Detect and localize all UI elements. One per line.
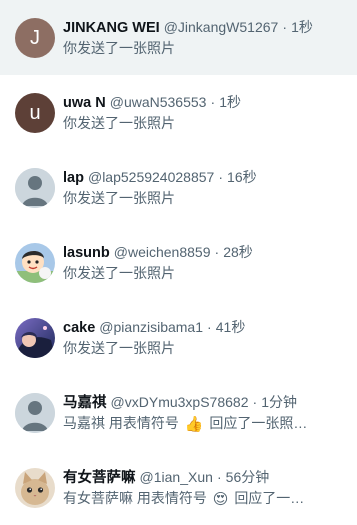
user-name: 马嘉祺 [63, 395, 107, 411]
timestamp: 1秒 [219, 94, 241, 110]
conversation-header: uwa N @uwaN536553 · 1秒 [63, 93, 347, 112]
timestamp: 16秒 [227, 169, 257, 185]
conversation-item[interactable]: lasunb @weichen8859 · 28秒 你发送了一张照片 [0, 225, 357, 300]
conversation-item[interactable]: J JINKANG WEI @JinkangW51267 · 1秒 你发送了一张… [0, 0, 357, 75]
conversation-item[interactable]: 有女菩萨嘛 @1ian_Xun · 56分钟 有女菩萨嘛 用表情符号 😍 回应了… [0, 450, 357, 525]
thumbs-up-icon: 👍 [184, 416, 204, 433]
separator: · [207, 319, 212, 335]
user-name: 有女菩萨嘛 [63, 470, 136, 486]
user-handle: @vxDYmu3xpS78682 [110, 394, 249, 410]
message-preview: 马嘉祺 用表情符号 👍 回应了一张照… [63, 413, 347, 435]
user-handle: @pianzisibama1 [99, 319, 204, 335]
avatar[interactable]: J [15, 18, 55, 58]
conversation-meta: cake @pianzisibama1 · 41秒 你发送了一张照片 [63, 318, 357, 358]
avatar-letter: J [30, 26, 40, 49]
user-handle: @uwaN536553 [109, 94, 207, 110]
default-avatar-icon[interactable] [15, 393, 55, 433]
user-handle: @weichen8859 [113, 244, 211, 260]
separator: · [218, 169, 224, 185]
message-preview: 你发送了一张照片 [63, 265, 175, 281]
conversation-item[interactable]: lap @lap525924028857 · 16秒 你发送了一张照片 [0, 150, 357, 225]
user-name: lap [63, 170, 84, 186]
avatar-letter: u [29, 101, 41, 124]
timestamp: 41秒 [215, 319, 246, 335]
user-handle: @lap525924028857 [87, 169, 215, 185]
conversation-item[interactable]: 马嘉祺 @vxDYmu3xpS78682 · 1分钟 马嘉祺 用表情符号 👍 回… [0, 375, 357, 450]
conversation-meta: 有女菩萨嘛 @1ian_Xun · 56分钟 有女菩萨嘛 用表情符号 😍 回应了… [63, 468, 357, 510]
timestamp: 56分钟 [225, 469, 270, 485]
message-preview: 你发送了一张照片 [63, 115, 175, 131]
conversation-header: lasunb @weichen8859 · 28秒 [63, 243, 347, 262]
conversation-meta: lasunb @weichen8859 · 28秒 你发送了一张照片 [63, 243, 357, 283]
conversation-meta: uwa N @uwaN536553 · 1秒 你发送了一张照片 [63, 93, 357, 133]
preview-suffix: 回应了一… [234, 490, 305, 506]
preview-prefix: 有女菩萨嘛 用表情符号 [63, 490, 207, 506]
conversation-header: 有女菩萨嘛 @1ian_Xun · 56分钟 [63, 468, 347, 487]
default-avatar-icon[interactable] [15, 168, 55, 208]
conversation-header: lap @lap525924028857 · 16秒 [63, 168, 347, 187]
separator: · [282, 19, 288, 35]
message-preview: 你发送了一张照片 [63, 340, 175, 356]
conversation-meta: lap @lap525924028857 · 16秒 你发送了一张照片 [63, 168, 357, 208]
separator: · [214, 244, 220, 260]
cartoon-avatar-icon[interactable] [15, 243, 55, 283]
conversation-header: JINKANG WEI @JinkangW51267 · 1秒 [63, 18, 347, 37]
cat-avatar-icon[interactable] [15, 468, 55, 508]
message-preview: 你发送了一张照片 [63, 190, 175, 206]
message-preview: 有女菩萨嘛 用表情符号 😍 回应了一… [63, 488, 347, 510]
conversation-meta: JINKANG WEI @JinkangW51267 · 1秒 你发送了一张照片 [63, 18, 357, 58]
preview-prefix: 马嘉祺 用表情符号 [63, 415, 179, 431]
anime-avatar-icon[interactable] [15, 318, 55, 358]
conversation-header: 马嘉祺 @vxDYmu3xpS78682 · 1分钟 [63, 393, 347, 412]
separator: · [252, 394, 258, 410]
user-name: JINKANG WEI [63, 20, 160, 36]
preview-suffix: 回应了一张照… [209, 415, 308, 431]
conversation-item[interactable]: u uwa N @uwaN536553 · 1秒 你发送了一张照片 [0, 75, 357, 150]
avatar[interactable]: u [15, 93, 55, 133]
conversation-header: cake @pianzisibama1 · 41秒 [63, 318, 347, 337]
timestamp: 1分钟 [261, 394, 298, 410]
user-name: cake [63, 320, 96, 336]
message-preview: 你发送了一张照片 [63, 40, 175, 56]
timestamp: 1秒 [291, 19, 313, 35]
timestamp: 28秒 [223, 244, 253, 260]
user-handle: @1ian_Xun [139, 469, 213, 485]
heart-eyes-icon: 😍 [212, 491, 229, 508]
conversation-list: J JINKANG WEI @JinkangW51267 · 1秒 你发送了一张… [0, 0, 357, 525]
conversation-item[interactable]: cake @pianzisibama1 · 41秒 你发送了一张照片 [0, 300, 357, 375]
separator: · [210, 94, 216, 110]
user-name: lasunb [63, 245, 110, 261]
separator: · [216, 469, 222, 485]
user-name: uwa N [63, 95, 106, 111]
conversation-meta: 马嘉祺 @vxDYmu3xpS78682 · 1分钟 马嘉祺 用表情符号 👍 回… [63, 393, 357, 435]
user-handle: @JinkangW51267 [163, 19, 279, 35]
